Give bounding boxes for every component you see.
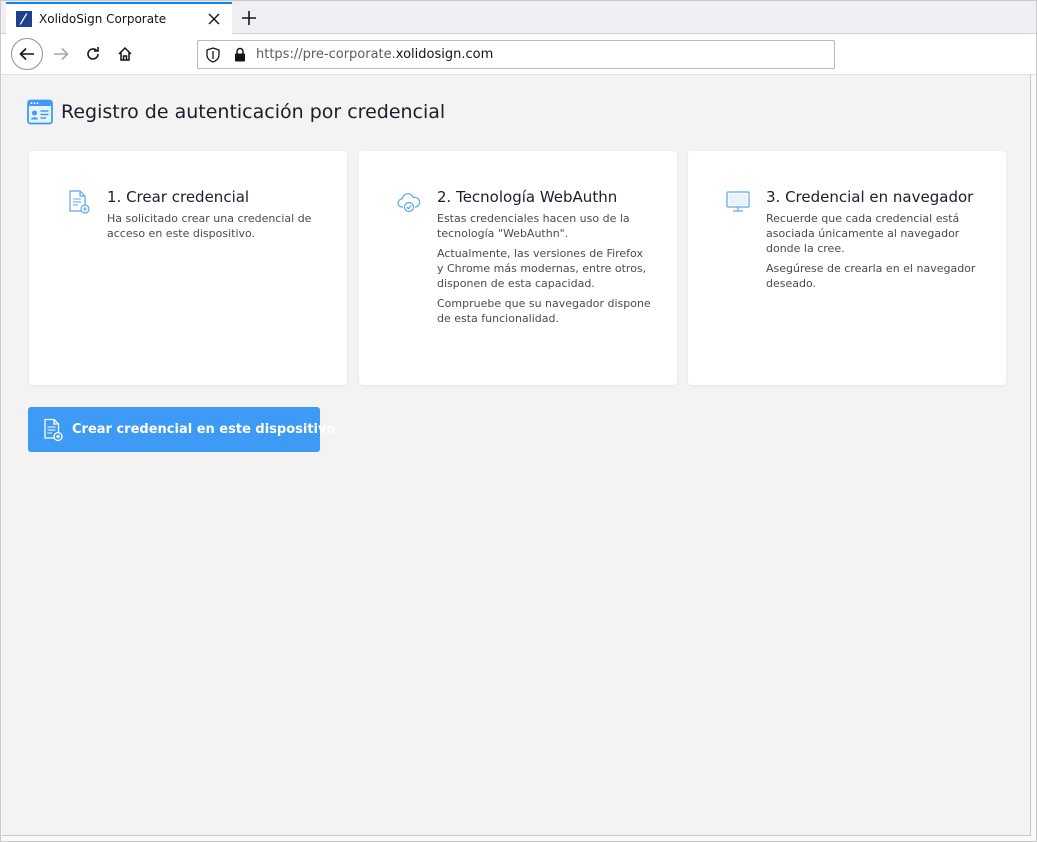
reload-icon[interactable] [77, 38, 109, 70]
document-add-icon [42, 418, 64, 442]
url-text: https://pre-corporate.xolidosign.com [256, 47, 493, 62]
monitor-icon [725, 189, 751, 215]
card-body: 1. Crear credencial Ha solicitado crear … [107, 187, 322, 246]
url-prefix: https://pre-corporate. [256, 47, 396, 62]
home-icon[interactable] [109, 38, 141, 70]
card-text: Recuerde que cada credencial está asocia… [766, 212, 960, 255]
card-text: Actualmente, las versiones de Firefox y … [437, 247, 647, 290]
card-body: 2. Tecnología WebAuthn Estas credenciale… [437, 187, 652, 331]
forward-arrow-icon[interactable] [45, 38, 77, 70]
card-title: 3. Credencial en navegador [766, 188, 974, 206]
back-arrow-icon[interactable] [11, 38, 43, 70]
card-title: 1. Crear credencial [107, 188, 250, 206]
new-tab-icon[interactable] [237, 6, 261, 30]
card-text: Ha solicitado crear una credencial de ac… [107, 212, 312, 240]
xolidosign-favicon-icon [16, 11, 32, 27]
page-content: Registro de autenticación por credencial… [2, 75, 1031, 836]
card-body: 3. Credencial en navegador Recuerde que … [766, 187, 981, 296]
id-card-icon [27, 99, 53, 125]
navigation-toolbar: https://pre-corporate.xolidosign.com [1, 34, 1036, 75]
url-domain: xolidosign.com [395, 47, 494, 62]
page-title: Registro de autenticación por credencial [61, 101, 446, 123]
card-text: Compruebe que su navegador dispone de es… [437, 297, 651, 325]
card-title: 2. Tecnología WebAuthn [437, 188, 618, 206]
card-text: Asegúrese de crearla en el navegador des… [766, 262, 976, 290]
page-header: Registro de autenticación por credencial [27, 99, 445, 125]
card-browser-credential: 3. Credencial en navegador Recuerde que … [688, 151, 1006, 385]
cloud-check-icon [396, 189, 422, 215]
url-bar[interactable]: https://pre-corporate.xolidosign.com [197, 40, 835, 69]
card-text: Estas credenciales hacen uso de la tecno… [437, 212, 630, 240]
create-credential-button-label: Crear credencial en este dispositivo [72, 422, 336, 437]
tab-title: XolidoSign Corporate [39, 12, 167, 26]
tab-bar: XolidoSign Corporate [1, 1, 1036, 34]
browser-tab[interactable]: XolidoSign Corporate [6, 2, 232, 34]
lock-icon[interactable] [234, 47, 248, 63]
close-tab-icon[interactable] [204, 9, 224, 29]
card-webauthn: 2. Tecnología WebAuthn Estas credenciale… [359, 151, 677, 385]
document-add-icon [66, 189, 92, 215]
create-credential-button[interactable]: Crear credencial en este dispositivo [28, 407, 335, 452]
tracking-protection-shield-icon[interactable] [206, 46, 222, 63]
browser-window: XolidoSign Corporate https://pre-corpora… [0, 0, 1037, 842]
card-create-credential: 1. Crear credencial Ha solicitado crear … [29, 151, 347, 385]
